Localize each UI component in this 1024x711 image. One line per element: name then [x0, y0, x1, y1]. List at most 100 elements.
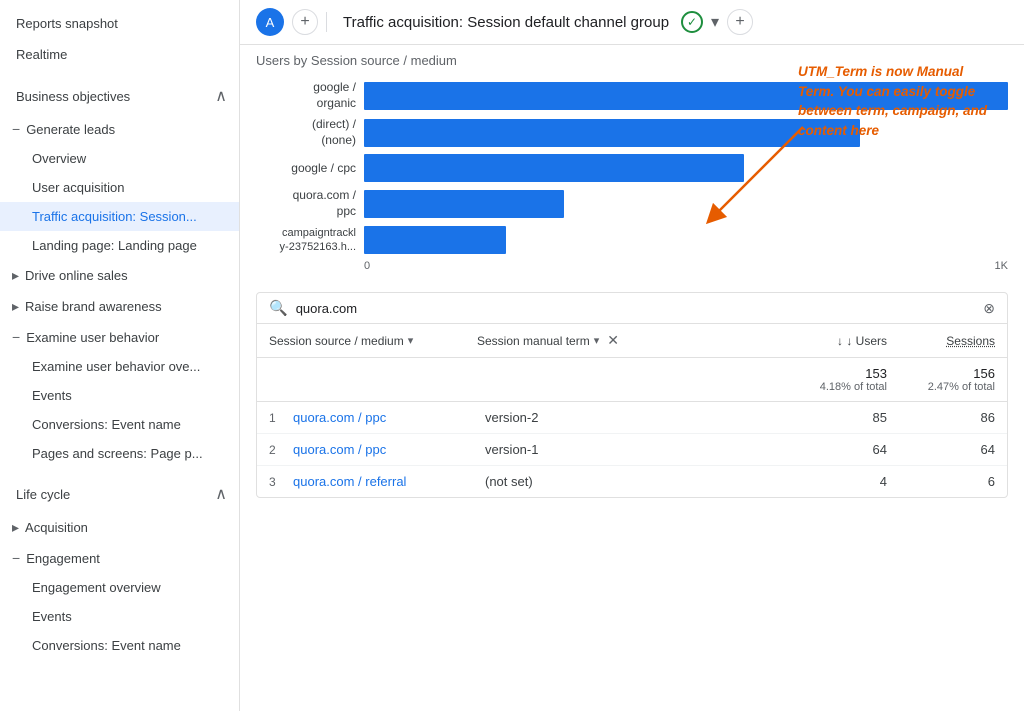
add-comparison-button[interactable]: +	[292, 9, 318, 35]
clear-search-icon[interactable]: ⊗	[983, 300, 995, 317]
sidebar-item-engagement-overview[interactable]: Engagement overview	[0, 573, 239, 602]
table-row: 3 quora.com / referral (not set) 4 6	[257, 466, 1007, 497]
sidebar-item-pages-screens[interactable]: Pages and screens: Page p...	[0, 439, 239, 468]
sidebar-item-user-acquisition[interactable]: User acquisition	[0, 173, 239, 202]
title-controls: ✓ ▾ +	[681, 9, 753, 35]
row-users: 64	[693, 442, 887, 457]
sidebar-item-realtime[interactable]: Realtime	[0, 39, 239, 70]
title-dropdown-button[interactable]: ▾	[707, 10, 723, 34]
group-label: Engagement	[26, 551, 100, 566]
bar-track	[364, 154, 1008, 182]
table-row: 2 quora.com / ppc version-1 64 64	[257, 434, 1007, 466]
sidebar-item-examine-overview[interactable]: Examine user behavior ove...	[0, 352, 239, 381]
bar-label: campaigntrackly-23752163.h...	[256, 226, 356, 255]
content-area: Users by Session source / medium google …	[240, 45, 1024, 711]
row-sessions: 64	[895, 442, 995, 457]
term-header-label: Session manual term	[477, 334, 590, 348]
row-source[interactable]: quora.com / ppc	[293, 410, 477, 425]
chart-axis: 0 1K	[364, 258, 1008, 272]
collapse-icon: −	[12, 121, 20, 137]
bar-row: campaigntrackly-23752163.h...	[256, 226, 1008, 255]
topbar: A + Traffic acquisition: Session default…	[240, 0, 1024, 45]
totals-sessions-cell: 156 2.47% of total	[895, 366, 995, 393]
sidebar-top-section: Reports snapshot Realtime	[0, 0, 239, 74]
totals-row: 153 4.18% of total 156 2.47% of total	[257, 358, 1007, 402]
sidebar-section-label: Business objectives	[16, 89, 130, 104]
bar-fill	[364, 190, 564, 218]
bar-label: google / cpc	[256, 161, 356, 177]
search-icon: 🔍	[269, 299, 288, 317]
expand-icon: ▸	[12, 298, 19, 315]
sidebar-group-generate-leads[interactable]: − Generate leads	[0, 114, 239, 144]
avatar: A	[256, 8, 284, 36]
bar-fill	[364, 226, 506, 254]
row-users: 4	[693, 474, 887, 489]
collapse-icon: −	[12, 329, 20, 345]
expand-icon: ▸	[12, 519, 19, 536]
remove-term-filter-icon[interactable]: ✕	[607, 332, 619, 349]
sidebar: Reports snapshot Realtime Business objec…	[0, 0, 240, 711]
col-header-term: Session manual term ▾ ✕	[477, 332, 677, 349]
users-pct: 4.18% of total	[685, 381, 887, 393]
sidebar-group-engagement[interactable]: − Engagement	[0, 543, 239, 573]
sidebar-item-reports-snapshot[interactable]: Reports snapshot	[0, 8, 239, 39]
chevron-up-icon: ∧	[215, 484, 227, 504]
sidebar-group-examine-user-behavior[interactable]: − Examine user behavior	[0, 322, 239, 352]
sessions-total: 156	[895, 366, 995, 381]
sessions-pct: 2.47% of total	[895, 381, 995, 393]
bar-track	[364, 190, 1008, 218]
annotation-text: UTM_Term is now Manual Term. You can eas…	[798, 62, 998, 140]
sidebar-group-drive-online-sales[interactable]: ▸ Drive online sales	[0, 260, 239, 291]
row-term: version-1	[485, 442, 685, 457]
bar-row: quora.com /ppc	[256, 188, 1008, 219]
axis-end-label: 1K	[995, 260, 1008, 272]
sidebar-item-engagement-events[interactable]: Events	[0, 602, 239, 631]
sidebar-item-overview[interactable]: Overview	[0, 144, 239, 173]
bar-row: google / cpc	[256, 154, 1008, 182]
sidebar-item-conversions[interactable]: Conversions: Event name	[0, 410, 239, 439]
term-dropdown-icon[interactable]: ▾	[594, 334, 600, 347]
bar-label: google /organic	[256, 80, 356, 111]
table-row: 1 quora.com / ppc version-2 85 86	[257, 402, 1007, 434]
bar-track	[364, 226, 1008, 254]
annotation-arrow	[693, 117, 813, 237]
sidebar-group-acquisition[interactable]: ▸ Acquisition	[0, 512, 239, 543]
row-users: 85	[693, 410, 887, 425]
users-total: 153	[685, 366, 887, 381]
bar-fill	[364, 154, 744, 182]
bar-label: (direct) /(none)	[256, 117, 356, 148]
source-dropdown-icon[interactable]: ▾	[408, 334, 414, 347]
totals-users-cell: 153 4.18% of total	[685, 366, 887, 393]
sidebar-item-events[interactable]: Events	[0, 381, 239, 410]
main-content: A + Traffic acquisition: Session default…	[240, 0, 1024, 711]
chevron-up-icon: ∧	[215, 86, 227, 106]
group-label: Raise brand awareness	[25, 299, 162, 314]
col-header-sessions: Sessions	[895, 334, 995, 348]
row-term: version-2	[485, 410, 685, 425]
group-label: Acquisition	[25, 520, 88, 535]
row-number: 3	[269, 475, 285, 489]
col-header-source: Session source / medium ▾	[269, 334, 469, 348]
group-label: Drive online sales	[25, 268, 128, 283]
row-source[interactable]: quora.com / ppc	[293, 442, 477, 457]
divider	[326, 12, 327, 32]
row-number: 2	[269, 443, 285, 457]
row-source[interactable]: quora.com / referral	[293, 474, 477, 489]
group-label: Examine user behavior	[26, 330, 159, 345]
row-sessions: 6	[895, 474, 995, 489]
sidebar-group-raise-brand-awareness[interactable]: ▸ Raise brand awareness	[0, 291, 239, 322]
search-row: 🔍 ⊗	[257, 293, 1007, 324]
sidebar-section-business-objectives[interactable]: Business objectives ∧	[0, 78, 239, 114]
sidebar-item-traffic-acquisition[interactable]: Traffic acquisition: Session...	[0, 202, 239, 231]
row-term: (not set)	[485, 474, 685, 489]
sidebar-item-landing-page[interactable]: Landing page: Landing page	[0, 231, 239, 260]
group-label: Generate leads	[26, 122, 115, 137]
search-input[interactable]	[296, 301, 976, 316]
col-header-users[interactable]: ↓ ↓ Users	[685, 334, 887, 348]
chart-section: Users by Session source / medium google …	[256, 45, 1008, 284]
add-report-button[interactable]: +	[727, 9, 753, 35]
sidebar-section-life-cycle[interactable]: Life cycle ∧	[0, 476, 239, 512]
sidebar-item-engagement-conversions[interactable]: Conversions: Event name	[0, 631, 239, 660]
table-section: 🔍 ⊗ Session source / medium ▾ Session ma…	[256, 292, 1008, 498]
table-header-row: Session source / medium ▾ Session manual…	[257, 324, 1007, 358]
